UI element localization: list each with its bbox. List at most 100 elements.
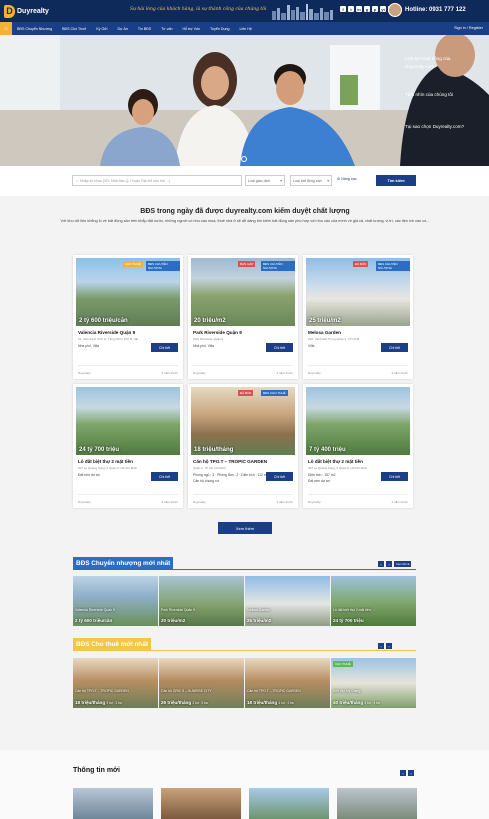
listing-title[interactable]: Căn hộ TPO.T – TROPIC GARDEN bbox=[193, 459, 267, 464]
listing-type: Diện tích : 157 m2 bbox=[308, 473, 336, 477]
facebook-icon[interactable]: f bbox=[340, 6, 346, 12]
twitter-icon[interactable]: t bbox=[348, 6, 354, 12]
rent-item[interactable]: Căn hộ TPO.T – TROPIC GARDEN 18 triệu/thá… bbox=[245, 658, 330, 708]
slider-dot[interactable] bbox=[241, 156, 247, 162]
transfer-item[interactable]: Park Riverside Quận 9 20 triệu/m2 bbox=[159, 576, 244, 626]
search-input[interactable]: ⌕ Nhập từ khóa (VD: Nhà bán Q.7 hoặc Địa… bbox=[72, 175, 242, 186]
transfer-item-title: Lô đất biệt thự 2 mặt tiền bbox=[333, 608, 371, 612]
transfer-item-title: Valencia Riverside Quận 9 bbox=[75, 608, 115, 612]
rent-item[interactable]: Biệt thự Mỹ Giang 40 triệu/tháng 4 bd · 4… bbox=[331, 658, 416, 708]
listing-detail-button[interactable]: Chi tiết bbox=[381, 472, 408, 481]
listing-title[interactable]: Lô đất biệt thự 2 mặt tiền bbox=[78, 459, 133, 464]
listing-card[interactable]: ĐÃ BÁN BĐS CHO THUÊ 18 triệu/tháng Căn hộ T… bbox=[188, 384, 298, 508]
listing-card[interactable]: 24 tỷ 700 triệu Lô đất biệt thự 2 mặt tiề… bbox=[73, 384, 183, 508]
hero-link-site[interactable]: Duyrealty.com bbox=[405, 64, 434, 69]
listing-category-tag: BĐS CHUYỂN NHƯỢNG bbox=[376, 261, 410, 271]
site-logo[interactable]: D Duyrealty bbox=[4, 4, 64, 18]
transfer-item-price: 20 triệu/m2 bbox=[161, 618, 186, 623]
transaction-type-select[interactable]: Loại giao dịch ▾ bbox=[245, 175, 285, 186]
prev-arrow-icon[interactable]: ‹ bbox=[400, 770, 406, 776]
listing-date: 4 năm trước bbox=[391, 500, 408, 504]
listing-type: Phòng ngủ : 3 · Phòng tắm : 2 · Diện tíc… bbox=[193, 473, 268, 477]
google-icon[interactable]: g bbox=[364, 6, 370, 12]
rent-section-divider bbox=[73, 650, 416, 651]
transfer-item[interactable]: Valencia Riverside Quận 9 2 tỷ 600 triệu/… bbox=[73, 576, 158, 626]
next-arrow-icon[interactable]: › bbox=[408, 770, 414, 776]
pinterest-icon[interactable]: p bbox=[372, 6, 378, 12]
nav-item-news[interactable]: Tin BĐS bbox=[133, 27, 156, 31]
listing-agent[interactable]: Duyrealty bbox=[308, 500, 321, 504]
verified-description: Với kho dữ liệu khổng lồ về bất động sản… bbox=[60, 219, 430, 223]
listing-agent[interactable]: Duyrealty bbox=[78, 500, 91, 504]
youtube-icon[interactable]: yt bbox=[380, 6, 386, 12]
listing-address: 207 Lê Quang Sung, 6 Quận 6, Hồ Chí Minh bbox=[308, 466, 368, 470]
nav-item-transfer[interactable]: BĐS Chuyển Nhượng bbox=[12, 27, 57, 31]
transfer-item[interactable]: Melosa Garden 25 triệu/m2 bbox=[245, 576, 330, 626]
listing-card[interactable]: 7 tỷ 400 triệu Lô đất biệt thự 2 mặt tiền… bbox=[303, 384, 413, 508]
nav-item-contact[interactable]: Liên Hệ bbox=[235, 27, 257, 31]
listing-card[interactable]: CHO THUÊ BĐS CHUYỂN NHƯỢNG 2 tỷ 600 triệu/… bbox=[73, 255, 183, 379]
rent-nav: ‹ › bbox=[378, 643, 392, 649]
next-arrow-icon[interactable]: › bbox=[386, 561, 392, 567]
listing-detail-button[interactable]: Chi tiết bbox=[151, 343, 178, 352]
home-icon[interactable]: ⌂ bbox=[0, 22, 12, 35]
nav-item-consign[interactable]: Ký Gửi bbox=[91, 27, 112, 31]
listing-detail-button[interactable]: Chi tiết bbox=[151, 472, 178, 481]
listing-photo[interactable]: CHO THUÊ BĐS CHUYỂN NHƯỢNG 2 tỷ 600 triệu/… bbox=[76, 258, 180, 326]
transfer-item-price: 24 tỷ 700 triệu bbox=[333, 618, 364, 623]
rent-item[interactable]: Căn hộ TPO.T – TROPIC GARDEN 18 triệu/thá… bbox=[73, 658, 158, 708]
hotline[interactable]: Hotline: 0931 777 122 bbox=[388, 3, 466, 17]
nav-item-jobs[interactable]: Tuyển Dụng bbox=[205, 27, 234, 31]
news-thumbnail[interactable] bbox=[249, 788, 329, 819]
hero-photo bbox=[0, 35, 489, 166]
property-type-select[interactable]: Loại bất động sản ▾ bbox=[290, 175, 332, 186]
listing-address: Quận 2, TP Hồ Chí Minh bbox=[193, 466, 226, 470]
news-thumbnail[interactable] bbox=[161, 788, 241, 819]
listing-photo[interactable]: ĐÃ BÁN BĐS CHUYỂN NHƯỢNG 25 triệu/m2 bbox=[306, 258, 410, 326]
prev-arrow-icon[interactable]: ‹ bbox=[378, 561, 384, 567]
hero-link-vision[interactable]: Tầm nhìn của chúng tôi bbox=[405, 92, 453, 97]
view-all-button[interactable]: Xem tất cả bbox=[394, 561, 412, 567]
nav-item-projects[interactable]: Dự Án bbox=[112, 27, 132, 31]
listing-agent[interactable]: Duyrealty bbox=[193, 371, 206, 375]
listing-agent[interactable]: Duyrealty bbox=[193, 500, 206, 504]
listing-agent[interactable]: Duyrealty bbox=[78, 371, 91, 375]
listing-title[interactable]: Valencia Riverside Quận 9 bbox=[78, 330, 135, 335]
social-links: f t in g p yt ig bbox=[340, 6, 394, 12]
sign-in-link[interactable]: Sign in / Register bbox=[454, 26, 483, 30]
listing-title[interactable]: Lô đất biệt thự 2 mặt tiền bbox=[308, 459, 363, 464]
listing-title[interactable]: Park Riverside Quận 9 bbox=[193, 330, 242, 335]
see-more-button[interactable]: Xem thêm bbox=[218, 522, 272, 534]
listing-detail-button[interactable]: Chi tiết bbox=[266, 472, 293, 481]
news-thumbnail[interactable] bbox=[337, 788, 417, 819]
nav-item-rent[interactable]: BĐS Cho Thuê bbox=[57, 27, 91, 31]
nav-item-consult[interactable]: Tư vấn bbox=[156, 27, 177, 31]
header-slogan: Sự hài lòng của khách hàng, là sự thành … bbox=[130, 7, 267, 12]
listing-card[interactable]: BÁN GẤP BĐS CHUYỂN NHƯỢNG 20 triệu/m2 Park … bbox=[188, 255, 298, 379]
prev-arrow-icon[interactable]: ‹ bbox=[378, 643, 384, 649]
hero-link-history[interactable]: Lịch sử hoạt động của bbox=[405, 56, 450, 61]
news-thumbnail[interactable] bbox=[73, 788, 153, 819]
advanced-search-link[interactable]: ⚙ Nâng cao bbox=[337, 177, 357, 181]
listing-title[interactable]: Melosa Garden bbox=[308, 330, 341, 335]
listing-detail-button[interactable]: Chi tiết bbox=[381, 343, 408, 352]
listing-agent[interactable]: Duyrealty bbox=[308, 371, 321, 375]
hero-banner: Lịch sử hoạt động của Duyrealty.com Tầm … bbox=[0, 35, 489, 166]
hero-link-why[interactable]: Tại sao chọn Duyrealty.com? bbox=[405, 124, 464, 129]
advanced-label: Nâng cao bbox=[341, 177, 357, 181]
listing-photo[interactable]: 7 tỷ 400 triệu bbox=[306, 387, 410, 455]
listing-card[interactable]: ĐÃ BÁN BĐS CHUYỂN NHƯỢNG 25 triệu/m2 Melosa… bbox=[303, 255, 413, 379]
listing-photo[interactable]: BÁN GẤP BĐS CHUYỂN NHƯỢNG 20 triệu/m2 bbox=[191, 258, 295, 326]
listing-photo[interactable]: ĐÃ BÁN BĐS CHO THUÊ 18 triệu/tháng bbox=[191, 387, 295, 455]
logo-text: Duyrealty bbox=[17, 7, 49, 15]
listing-price: 20 triệu/m2 bbox=[194, 318, 226, 324]
next-arrow-icon[interactable]: › bbox=[386, 643, 392, 649]
rent-item[interactable]: Căn hộ GRIC 5 – SUNRISE CITY 26 triệu/thá… bbox=[159, 658, 244, 708]
search-button[interactable]: Tìm kiếm bbox=[376, 175, 416, 186]
listing-detail-button[interactable]: Chi tiết bbox=[266, 343, 293, 352]
linkedin-icon[interactable]: in bbox=[356, 6, 362, 12]
listing-date: 4 năm trước bbox=[161, 500, 178, 504]
transfer-item[interactable]: Lô đất biệt thự 2 mặt tiền 24 tỷ 700 triệ… bbox=[331, 576, 416, 626]
listing-photo[interactable]: 24 tỷ 700 triệu bbox=[76, 387, 180, 455]
nav-item-loan[interactable]: Hỗ trợ Vốn bbox=[178, 27, 206, 31]
